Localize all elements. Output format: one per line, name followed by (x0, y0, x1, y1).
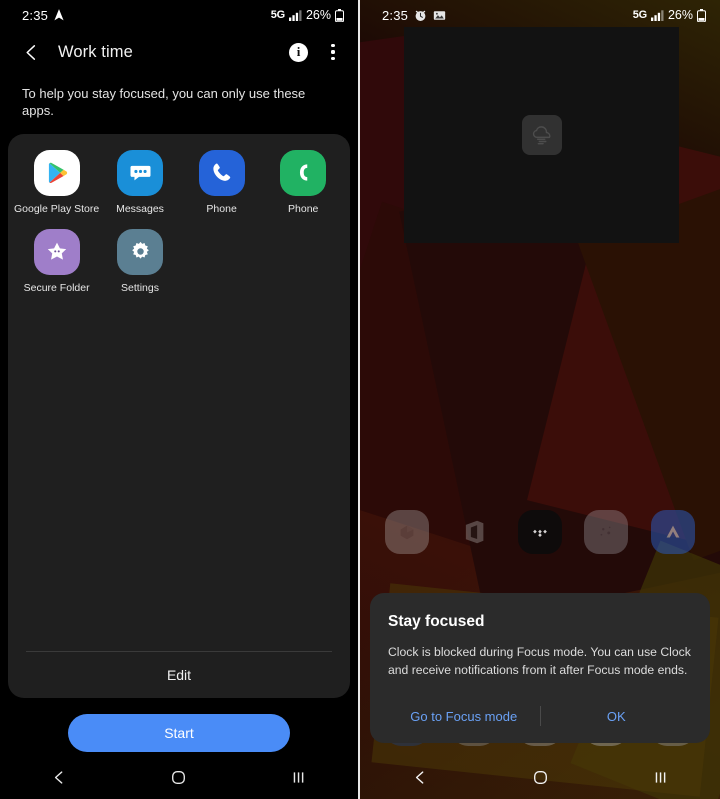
nav-recents-icon[interactable] (631, 760, 689, 794)
allowed-apps-card: Google Play Store Messages Phone Phone S… (8, 133, 350, 698)
info-icon[interactable]: i (289, 42, 308, 62)
back-chevron-icon[interactable] (18, 39, 44, 65)
network-type-label: 5G (270, 9, 285, 21)
home-widget-panel[interactable] (404, 27, 679, 243)
status-time: 2:35 (382, 7, 409, 23)
app-item-settings[interactable]: Settings (99, 228, 181, 294)
nordvpn-icon[interactable] (650, 510, 695, 554)
settings-gear-icon (117, 228, 164, 275)
app-item-secure-folder[interactable]: Secure Folder (14, 228, 99, 294)
app-label: Settings (121, 281, 159, 294)
app-bar-actions: i (289, 42, 342, 62)
dialog-actions: Go to Focus mode OK (388, 697, 692, 735)
nav-back-icon[interactable] (31, 760, 89, 794)
allowed-apps-grid: Google Play Store Messages Phone Phone S… (8, 134, 350, 304)
image-icon (433, 9, 446, 22)
edit-button[interactable]: Edit (8, 652, 350, 698)
dialog-message: Clock is blocked during Focus mode. You … (388, 645, 691, 677)
start-button[interactable]: Start (68, 713, 290, 752)
dialog-title: Stay focused (388, 613, 485, 630)
battery-icon (697, 8, 706, 22)
network-type-label: 5G (632, 9, 647, 21)
tidal-icon[interactable] (517, 510, 562, 554)
right-phone-screen: 2:35 5G 26% Stay focused Clock is blocke… (360, 0, 720, 799)
focus-description-text: To help you stay focused, you can only u… (22, 86, 306, 118)
microsoft-office-icon[interactable] (452, 510, 496, 554)
navigation-arrow-icon (54, 9, 64, 21)
nav-home-icon[interactable] (511, 760, 569, 794)
app-item-messages[interactable]: Messages (99, 149, 181, 215)
app-label: Messages (116, 202, 164, 215)
app-item-phone[interactable]: Phone (181, 149, 263, 215)
app-label: Phone (288, 202, 319, 215)
messages-icon (117, 149, 164, 196)
phone-icon (198, 149, 245, 196)
go-to-focus-mode-button[interactable]: Go to Focus mode (388, 709, 540, 724)
nav-home-icon[interactable] (150, 760, 208, 794)
ok-button[interactable]: OK (541, 709, 693, 724)
page-title: Work time (58, 42, 133, 61)
home-dock-row (360, 510, 720, 554)
card-spacer (8, 304, 350, 651)
battery-percent-label: 26% (667, 8, 693, 22)
status-right-group: 5G 26% (271, 8, 344, 22)
signal-bars-icon (650, 9, 664, 21)
stay-focused-dialog: Stay focused Clock is blocked during Foc… (370, 593, 710, 744)
phone-alt-icon (280, 149, 327, 196)
app-label: Secure Folder (23, 281, 90, 294)
secure-folder-icon (33, 228, 80, 275)
right-status-bar: 2:35 5G 26% (360, 0, 720, 30)
left-navigation-bar (0, 755, 358, 799)
dual-screenshot: 2:35 5G 26% Work time i To help you stay… (0, 0, 720, 799)
app-label: Google Play Store (14, 202, 100, 215)
google-play-store-icon (33, 149, 80, 196)
signal-bars-icon (288, 9, 302, 21)
battery-percent-label: 26% (305, 8, 331, 22)
status-left-group: 2:35 (22, 8, 64, 23)
left-phone-screen: 2:35 5G 26% Work time i To help you stay… (0, 0, 358, 799)
nav-recents-icon[interactable] (269, 760, 327, 794)
status-left-group: 2:35 (382, 8, 446, 23)
app-bar: Work time i (0, 30, 358, 74)
status-time: 2:35 (22, 7, 49, 23)
app-item-google-play-store[interactable]: Google Play Store (14, 149, 100, 215)
status-right-group: 5G 26% (633, 8, 706, 22)
gallery-icon[interactable] (385, 510, 430, 554)
right-navigation-bar (360, 755, 720, 799)
overflow-menu-icon[interactable] (324, 42, 342, 62)
app-label: Phone (206, 202, 237, 215)
app-item-phone-alt[interactable]: Phone (262, 149, 344, 215)
left-status-bar: 2:35 5G 26% (0, 0, 358, 30)
battery-icon (335, 8, 344, 22)
start-button-container: Start (0, 698, 358, 752)
moon-space-icon[interactable] (584, 510, 629, 554)
weather-widget-icon (521, 115, 562, 155)
alarm-clock-icon (414, 9, 427, 22)
nav-back-icon[interactable] (391, 760, 449, 794)
